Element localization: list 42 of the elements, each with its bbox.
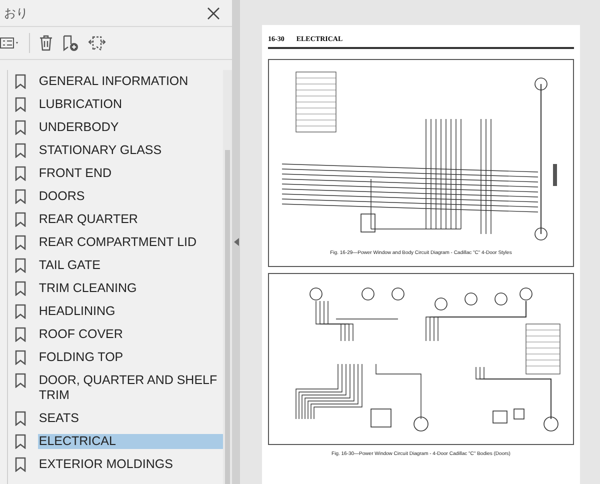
bookmark-item[interactable]: DOORS [38, 189, 86, 204]
bookmark-icon [14, 304, 26, 319]
bookmark-item[interactable]: FRONT END [38, 166, 113, 181]
bookmark-item[interactable]: TRIM CLEANING [38, 281, 138, 296]
bookmark-item[interactable]: GENERAL INFORMATION [38, 74, 190, 89]
bookmark-item[interactable]: TAIL GATE [38, 258, 102, 273]
bookmark-icon [14, 189, 26, 204]
bookmark-item[interactable]: EXTERIOR MOLDINGS [38, 457, 174, 472]
bookmark-icon [14, 97, 26, 112]
options-menu-icon[interactable] [0, 37, 20, 49]
panel-title: おり [3, 5, 28, 22]
add-bookmark-icon[interactable] [62, 34, 79, 52]
scrollbar-thumb[interactable] [224, 150, 230, 484]
expand-bookmark-icon[interactable] [88, 34, 106, 52]
bookmark-icon [14, 327, 26, 342]
bookmark-item[interactable]: FOLDING TOP [38, 350, 124, 365]
bookmark-icon [14, 411, 26, 426]
bookmark-item[interactable]: ROOF COVER [38, 327, 124, 342]
bookmark-item[interactable]: ELECTRICAL [38, 434, 223, 449]
collapse-arrow-icon[interactable] [234, 238, 238, 246]
bookmark-item[interactable]: LUBRICATION [38, 97, 123, 112]
bookmark-icon [14, 120, 26, 135]
bookmark-icon [14, 235, 26, 250]
bookmark-icon [14, 258, 26, 273]
bookmark-icon [14, 74, 26, 89]
bookmark-icon [14, 212, 26, 227]
bookmark-icon [14, 281, 26, 296]
bookmark-icon [14, 143, 26, 158]
bookmark-item[interactable]: SEATS [38, 411, 80, 426]
bookmark-icon [14, 457, 26, 472]
bookmark-item[interactable]: DOOR, QUARTER AND SHELF TRIM [38, 373, 223, 403]
bookmark-item[interactable]: REAR QUARTER [38, 212, 139, 227]
bookmark-item[interactable]: HEADLINING [38, 304, 116, 319]
bookmark-item[interactable]: UNDERBODY [38, 120, 120, 135]
bookmark-icon [14, 434, 26, 449]
bookmark-icon [14, 373, 26, 388]
bookmark-icon [14, 166, 26, 181]
bookmark-item[interactable]: REAR COMPARTMENT LID [38, 235, 198, 250]
trash-icon[interactable] [39, 35, 53, 51]
bookmark-icon [14, 350, 26, 365]
close-icon[interactable] [207, 6, 220, 20]
bookmark-item[interactable]: STATIONARY GLASS [38, 143, 163, 158]
